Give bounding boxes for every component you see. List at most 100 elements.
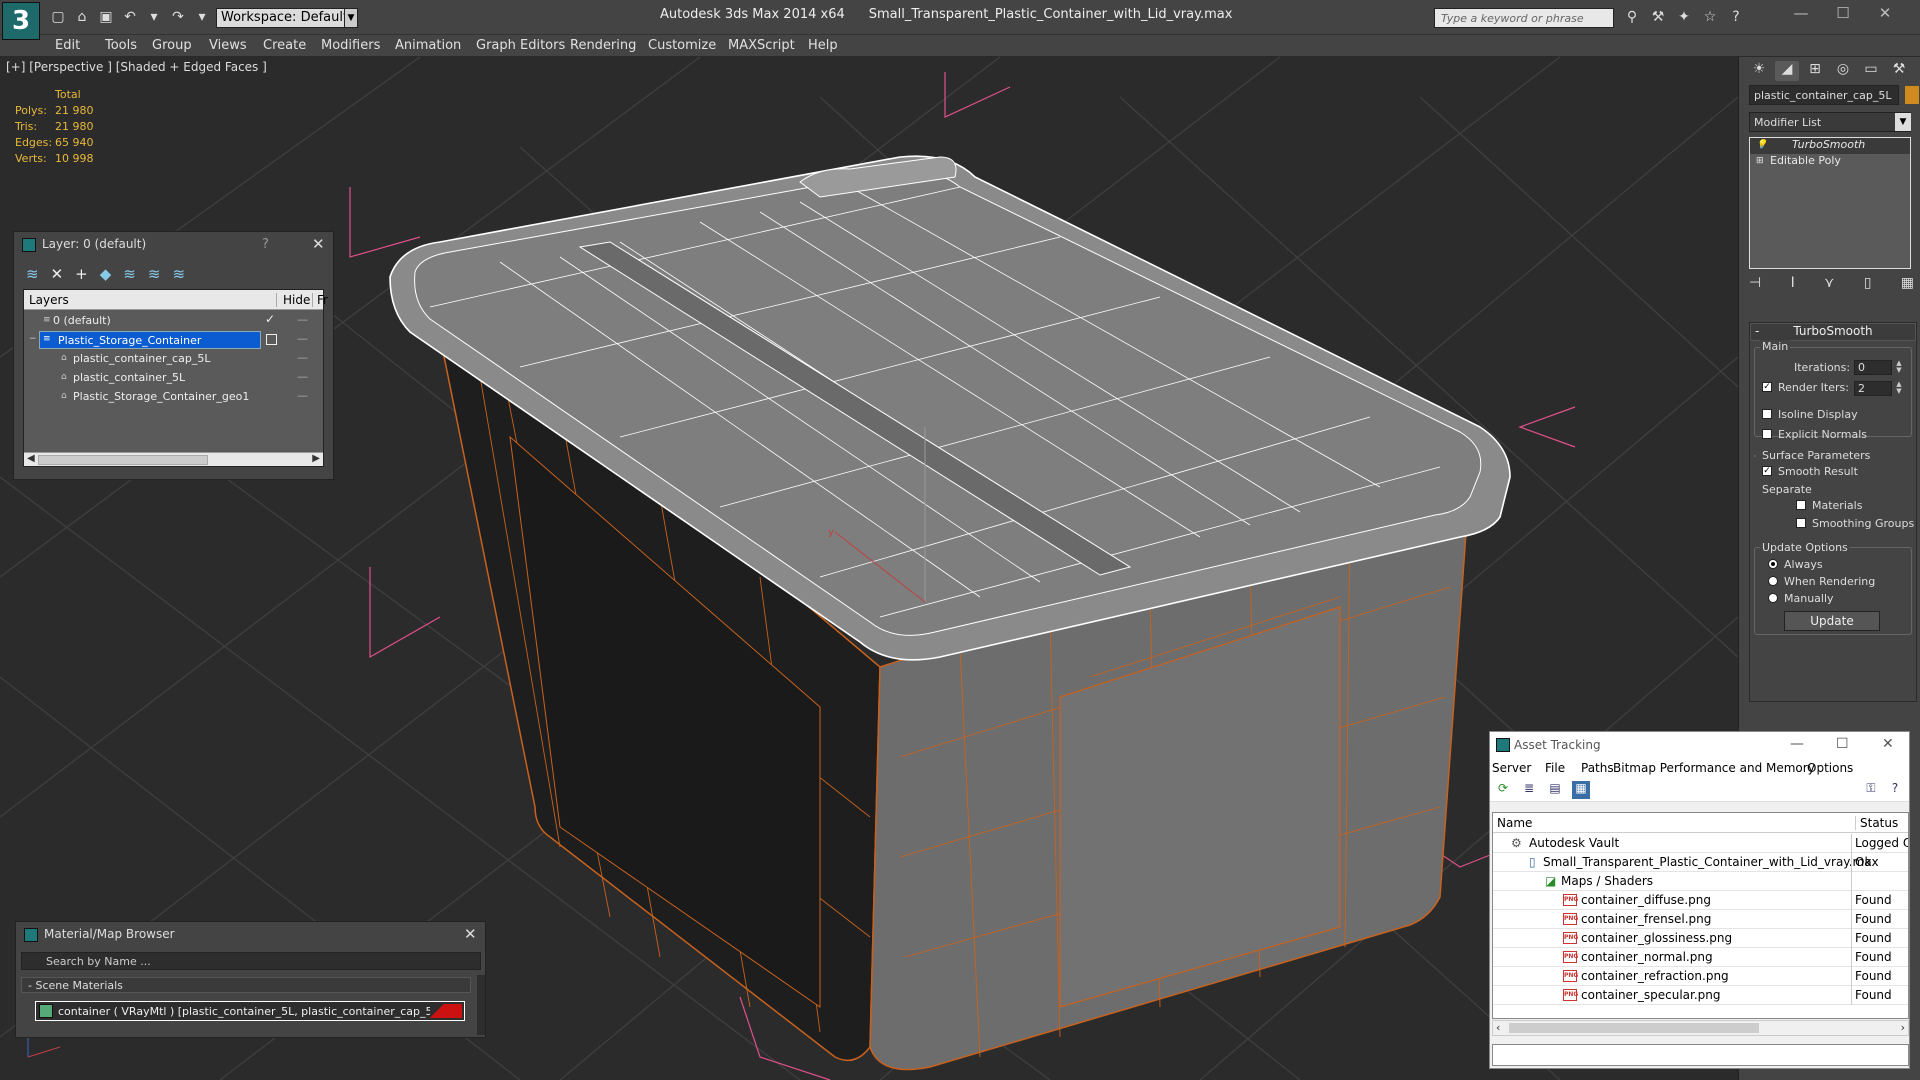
- close-icon[interactable]: ✕: [1882, 736, 1894, 752]
- scroll-left-icon[interactable]: ◀: [27, 453, 35, 464]
- search-input[interactable]: Type a keyword or phrase: [1434, 8, 1614, 28]
- menu-edit[interactable]: Edit: [55, 38, 80, 53]
- freeze-toggle[interactable]: —: [297, 389, 308, 402]
- when-rendering-radio[interactable]: [1768, 576, 1778, 586]
- layer-row[interactable]: − Plastic_Storage_Container ≡ —: [25, 331, 322, 349]
- create-tab-sun-icon[interactable]: ☀: [1747, 61, 1771, 81]
- materials-checkbox[interactable]: [1796, 500, 1806, 510]
- object-name-field[interactable]: plastic_container_cap_5L: [1749, 85, 1899, 105]
- table-row[interactable]: PNG container_diffuse.png Found: [1493, 891, 1908, 910]
- menu-views[interactable]: Views: [209, 38, 247, 53]
- rollout-title[interactable]: - TurboSmooth: [1750, 323, 1916, 341]
- layer-row[interactable]: ⌂ Plastic_Storage_Container_geo1 —: [25, 388, 322, 406]
- viewport-label[interactable]: [+] [Perspective ] [Shaded + Edged Faces…: [6, 60, 267, 74]
- minimize-icon[interactable]: —: [1790, 736, 1804, 752]
- configure-modifier-sets-icon[interactable]: ▦: [1901, 275, 1914, 291]
- new-file-icon[interactable]: ▢: [48, 8, 68, 26]
- table-row[interactable]: ▯ Small_Transparent_Plastic_Container_wi…: [1493, 853, 1908, 872]
- explicit-normals-checkbox[interactable]: [1762, 429, 1772, 439]
- table-row[interactable]: PNG container_specular.png Found: [1493, 986, 1908, 1005]
- undo-icon[interactable]: ↶: [120, 8, 140, 26]
- horizontal-scrollbar[interactable]: ◀ ▶: [24, 452, 323, 466]
- communication-icon[interactable]: ✦: [1674, 9, 1694, 27]
- delete-layer-icon[interactable]: ✕: [51, 265, 64, 283]
- manually-radio[interactable]: [1768, 593, 1778, 603]
- menu-maxscript[interactable]: MAXScript: [728, 38, 795, 53]
- menu-graph-editors[interactable]: Graph Editors: [476, 38, 565, 53]
- scene-materials-group[interactable]: - Scene Materials: [21, 977, 471, 993]
- hide-all-layers-icon[interactable]: ≋: [148, 265, 161, 283]
- freeze-toggle[interactable]: —: [297, 370, 308, 383]
- add-to-layer-icon[interactable]: +: [75, 265, 88, 283]
- menu-server[interactable]: Server: [1492, 761, 1531, 775]
- table-row[interactable]: ⚙ Autodesk Vault Logged O: [1493, 834, 1908, 853]
- material-item[interactable]: container ( VRayMtl ) [plastic_container…: [35, 1001, 465, 1021]
- layer-close-icon[interactable]: ✕: [312, 235, 325, 253]
- smooth-result-checkbox[interactable]: ✓: [1762, 466, 1772, 476]
- always-radio[interactable]: [1768, 559, 1778, 569]
- binoculars-icon[interactable]: ⚲: [1622, 9, 1642, 27]
- current-layer-checkmark-icon[interactable]: ✓: [265, 312, 275, 326]
- menu-help[interactable]: Help: [808, 38, 838, 53]
- select-objects-icon[interactable]: ◆: [100, 265, 112, 283]
- chevron-down-icon[interactable]: ▼: [1895, 113, 1911, 131]
- stack-item-turbosmooth[interactable]: 💡 TurboSmooth: [1750, 138, 1910, 154]
- table-row[interactable]: PNG container_glossiness.png Found: [1493, 929, 1908, 948]
- display-tab-icon[interactable]: ▭: [1859, 61, 1883, 81]
- collapse-icon[interactable]: -: [1755, 324, 1759, 338]
- pin-stack-icon[interactable]: ⊣: [1749, 275, 1761, 291]
- scroll-right-icon[interactable]: ›: [1901, 1021, 1905, 1034]
- menu-file[interactable]: File: [1545, 761, 1565, 775]
- grid-view-icon[interactable]: ▦: [1572, 781, 1590, 799]
- scroll-right-icon[interactable]: ▶: [312, 453, 320, 464]
- lightbulb-icon[interactable]: 💡: [1756, 140, 1767, 150]
- menu-rendering[interactable]: Rendering: [570, 38, 636, 53]
- maximize-icon[interactable]: ☐: [1836, 736, 1849, 752]
- undo-dropdown-icon[interactable]: ▾: [144, 8, 164, 26]
- layer-help-button[interactable]: ?: [262, 237, 269, 252]
- spinner-arrows-icon[interactable]: ▲ ▼: [1894, 360, 1904, 375]
- spinner-arrows-icon[interactable]: ▲ ▼: [1894, 381, 1904, 396]
- object-color-swatch[interactable]: [1905, 86, 1919, 104]
- freeze-toggle[interactable]: —: [297, 351, 308, 364]
- material-search-input[interactable]: Search by Name ...: [21, 952, 481, 970]
- favorites-star-icon[interactable]: ☆: [1700, 9, 1720, 27]
- vertical-scrollbar[interactable]: [477, 975, 485, 1035]
- expand-icon[interactable]: −: [29, 334, 39, 346]
- render-iters-spinner[interactable]: 2: [1854, 381, 1892, 396]
- menu-tools[interactable]: Tools: [105, 38, 137, 53]
- menu-group[interactable]: Group: [152, 38, 192, 53]
- table-row[interactable]: PNG container_frensel.png Found: [1493, 910, 1908, 929]
- menu-modifiers[interactable]: Modifiers: [321, 38, 380, 53]
- scroll-thumb[interactable]: [38, 455, 208, 465]
- column-freeze[interactable]: Fr: [312, 293, 328, 307]
- workspace-dropdown-icon[interactable]: ▼: [344, 8, 358, 28]
- freeze-toggle[interactable]: —: [297, 313, 308, 326]
- vault-login-icon[interactable]: ⚿: [1862, 781, 1880, 799]
- layer-row[interactable]: ⌂ plastic_container_cap_5L —: [25, 350, 322, 368]
- make-unique-icon[interactable]: ⋎: [1824, 275, 1834, 291]
- menu-customize[interactable]: Customize: [648, 38, 716, 53]
- column-hide[interactable]: Hide: [276, 293, 310, 307]
- layer-row[interactable]: ⌂ plastic_container_5L —: [25, 369, 322, 387]
- menu-bitmap-performance[interactable]: Bitmap Performance and Memory: [1613, 761, 1815, 775]
- isoline-display-checkbox[interactable]: [1762, 409, 1772, 419]
- freeze-all-layers-icon[interactable]: ≋: [172, 265, 185, 283]
- menu-options[interactable]: Options: [1807, 761, 1853, 775]
- maximize-icon[interactable]: ☐: [1832, 4, 1854, 22]
- render-iters-checkbox[interactable]: ✓: [1762, 382, 1772, 392]
- motion-tab-icon[interactable]: ◎: [1831, 61, 1855, 81]
- close-icon[interactable]: ✕: [1874, 4, 1896, 22]
- horizontal-scrollbar[interactable]: ‹ ›: [1492, 1020, 1909, 1036]
- list-view-icon[interactable]: ≣: [1520, 781, 1538, 799]
- table-view-icon[interactable]: ▤: [1546, 781, 1564, 799]
- layer-window-header[interactable]: Layer: 0 (default): [14, 232, 333, 258]
- asset-path-field[interactable]: [1492, 1044, 1909, 1066]
- material-browser-close-icon[interactable]: ✕: [464, 925, 477, 943]
- stack-item-editable-poly[interactable]: ⊞ Editable Poly: [1750, 154, 1910, 170]
- freeze-toggle[interactable]: —: [297, 332, 308, 345]
- modify-tab-icon[interactable]: ◢: [1775, 61, 1799, 81]
- hierarchy-tab-icon[interactable]: ⊞: [1803, 61, 1827, 81]
- save-file-icon[interactable]: ▣: [96, 8, 116, 26]
- expand-plus-icon[interactable]: ⊞: [1756, 156, 1764, 166]
